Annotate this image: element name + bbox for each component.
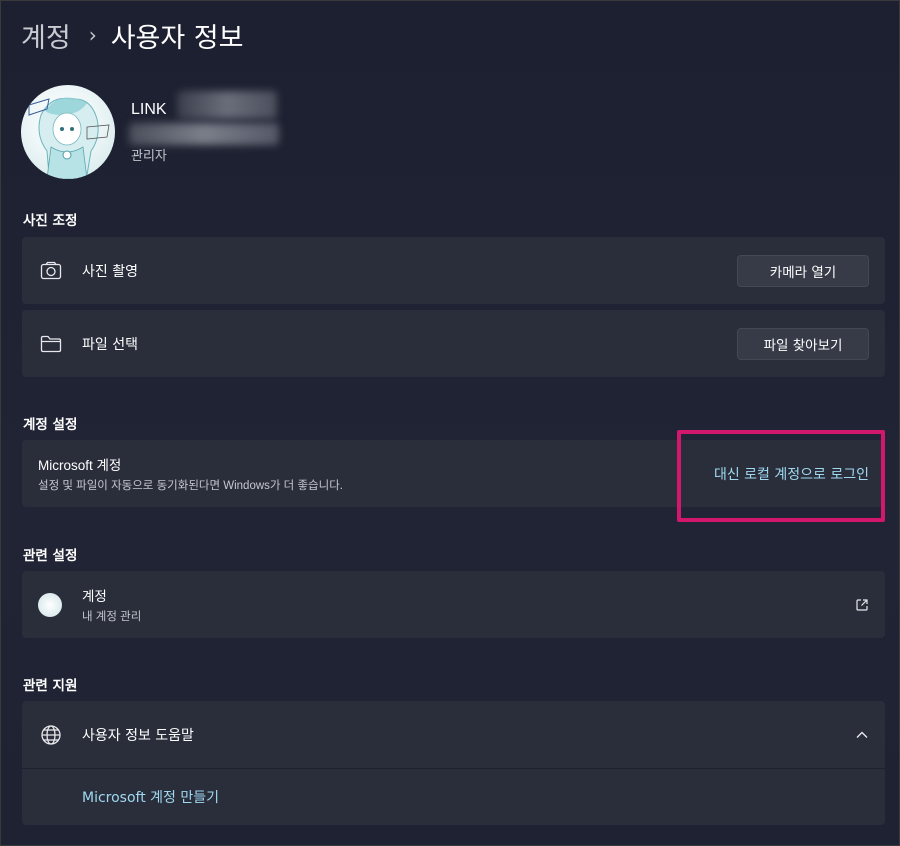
external-link-icon xyxy=(855,598,869,612)
accounts-link-text: 계정 내 계정 관리 xyxy=(82,585,855,624)
highlight-annotation-box xyxy=(677,430,885,522)
take-photo-card: 사진 촬영 카메라 열기 xyxy=(22,237,885,304)
user-name: LINK xyxy=(131,101,167,118)
choose-file-label: 파일 선택 xyxy=(82,336,138,353)
microsoft-account-description: 설정 및 파일이 자동으로 동기화된다면 Windows가 더 좋습니다. xyxy=(38,480,343,492)
microsoft-account-title: Microsoft 계정 xyxy=(38,458,122,473)
account-avatar-icon xyxy=(38,592,62,617)
breadcrumb-parent-accounts[interactable]: 계정 xyxy=(21,16,71,55)
user-role: 관리자 xyxy=(131,149,167,164)
folder-icon xyxy=(38,331,64,357)
section-title-related-support: 관련 지원 xyxy=(23,678,78,694)
browse-files-button[interactable]: 파일 찾아보기 xyxy=(737,327,869,360)
avatar-illustration xyxy=(28,97,110,179)
section-title-photo: 사진 조정 xyxy=(23,213,78,229)
create-microsoft-account-link[interactable]: Microsoft 계정 만들기 xyxy=(82,787,219,807)
breadcrumb: 계정 › 사용자 정보 xyxy=(21,15,243,55)
help-expander-card: 사용자 정보 도움말 Microsoft 계정 만들기 xyxy=(22,701,885,825)
help-expander-header[interactable]: 사용자 정보 도움말 xyxy=(22,701,885,768)
chevron-up-icon[interactable] xyxy=(855,730,869,740)
avatar xyxy=(21,85,115,179)
globe-icon xyxy=(38,722,64,748)
choose-file-card: 파일 선택 파일 찾아보기 xyxy=(22,310,885,377)
breadcrumb-separator: › xyxy=(88,23,97,47)
redacted-email-blur xyxy=(129,123,279,145)
accounts-link-card[interactable]: 계정 내 계정 관리 xyxy=(22,571,885,638)
help-expander-content: Microsoft 계정 만들기 xyxy=(22,769,885,825)
redacted-name-blur xyxy=(177,91,277,119)
help-label: 사용자 정보 도움말 xyxy=(82,727,194,744)
page-title: 사용자 정보 xyxy=(110,22,244,54)
take-photo-label: 사진 촬영 xyxy=(82,263,138,280)
section-title-related-settings: 관련 설정 xyxy=(23,548,78,564)
microsoft-account-text: Microsoft 계정 설정 및 파일이 자동으로 동기화된다면 Window… xyxy=(38,454,714,493)
camera-icon xyxy=(38,258,64,284)
open-camera-button[interactable]: 카메라 열기 xyxy=(737,254,869,287)
section-title-account-settings: 계정 설정 xyxy=(23,417,78,433)
accounts-link-description: 내 계정 관리 xyxy=(82,611,142,623)
accounts-link-title: 계정 xyxy=(82,589,107,604)
